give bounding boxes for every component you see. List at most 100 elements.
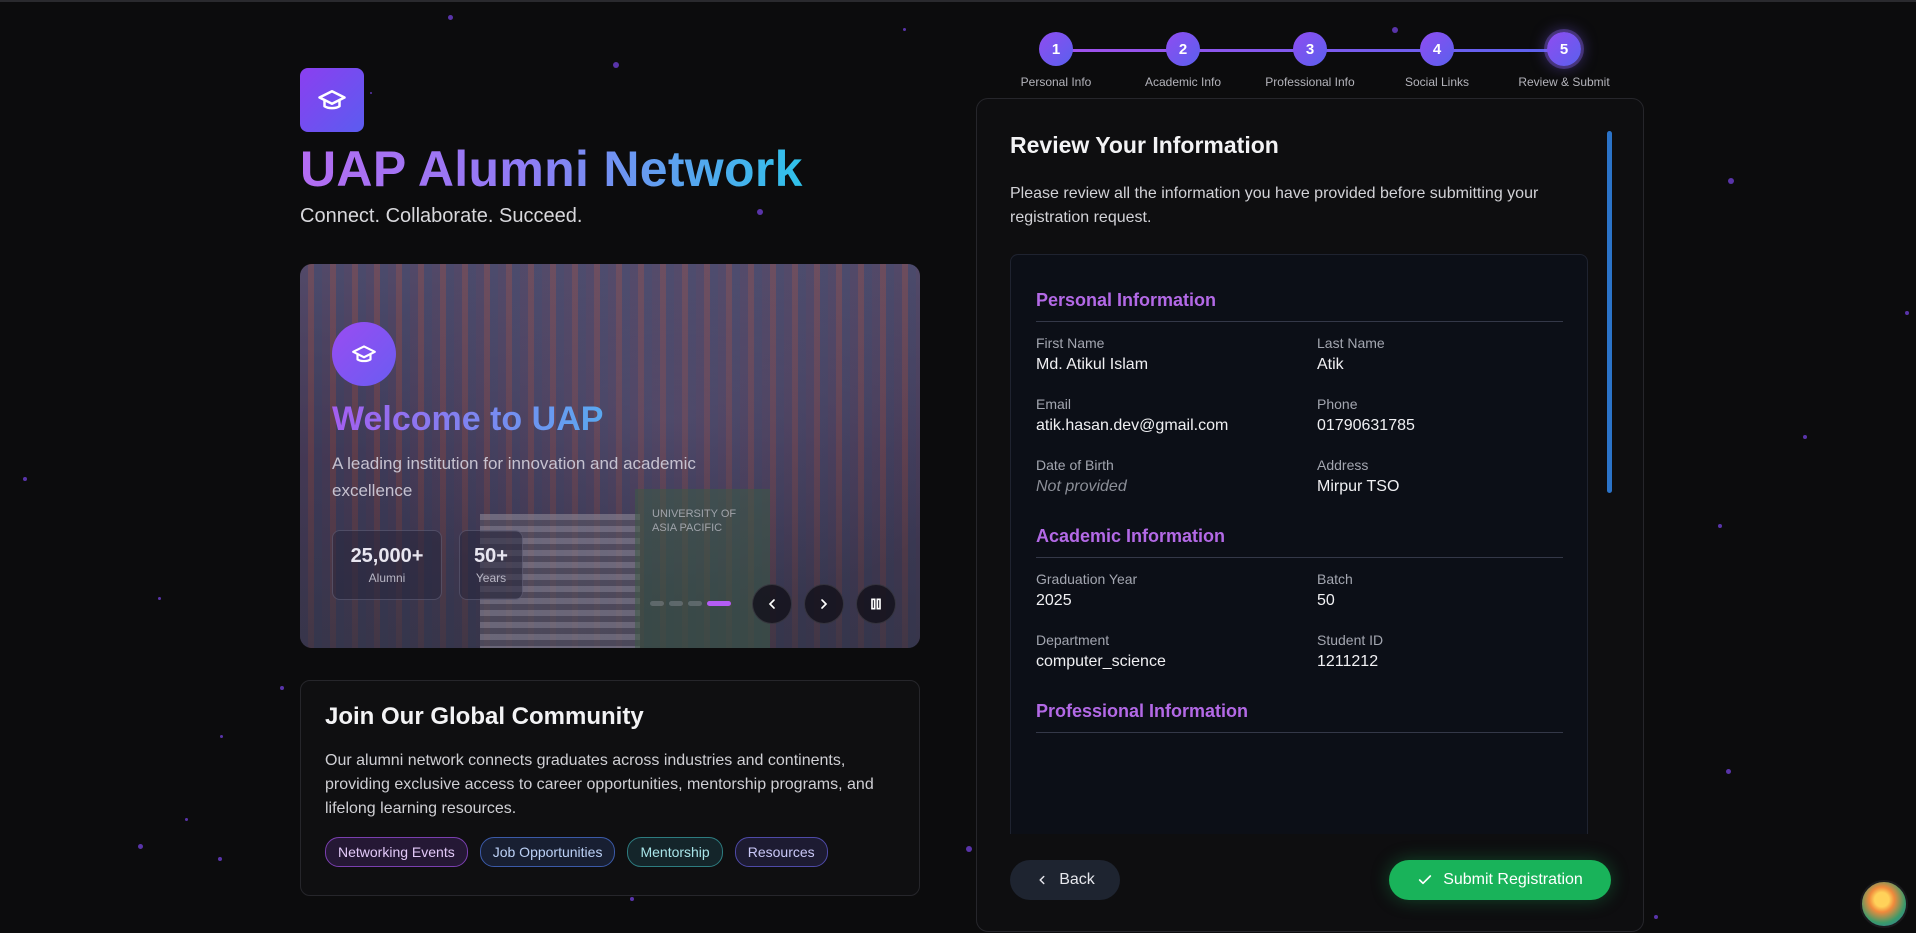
review-intro: Please review all the information you ha… [1010, 185, 1539, 226]
section-title-academic: Academic Information [1036, 526, 1563, 558]
field-label: Graduation Year [1036, 571, 1138, 587]
particle-dot [158, 597, 161, 600]
field-value: 1211212 [1317, 653, 1379, 670]
particle-dot [903, 28, 906, 31]
review-title: Review Your Information [1010, 132, 1279, 158]
field-department: Department computer_science [1036, 632, 1317, 671]
graduation-cap-icon [318, 90, 346, 110]
hero-badge [332, 322, 396, 386]
particle-dot [1726, 769, 1731, 774]
step-number: 1 [1039, 32, 1073, 66]
scrollbar-thumb[interactable] [1607, 131, 1612, 493]
stat-value: 25,000+ [350, 545, 424, 567]
field-first-name: First Name Md. Atikul Islam [1036, 335, 1317, 374]
particle-dot [1728, 178, 1734, 184]
particle-dot [138, 844, 143, 849]
field-value: computer_science [1036, 653, 1166, 670]
carousel-prev-button[interactable] [752, 584, 792, 624]
brand-tagline: Connect. Collaborate. Succeed. [300, 205, 583, 227]
step-social-links[interactable]: 4 Social Links [1377, 32, 1497, 89]
tag-networking-events: Networking Events [325, 837, 468, 867]
section-title-personal: Personal Information [1036, 290, 1563, 322]
step-number: 2 [1166, 32, 1200, 66]
particle-dot [370, 92, 372, 94]
stat-value: 50+ [474, 545, 508, 567]
stat-years: 50+ Years [459, 530, 523, 600]
pause-icon [871, 598, 881, 610]
graduation-cap-icon [352, 345, 376, 363]
tag-job-opportunities: Job Opportunities [479, 837, 616, 867]
community-tags: Networking Events Job Opportunities Ment… [325, 837, 895, 867]
back-label: Back [1059, 871, 1095, 888]
campus-sign: UNIVERSITY OF ASIA PACIFIC [652, 508, 737, 534]
field-value: Md. Atikul Islam [1036, 356, 1149, 373]
particle-dot [23, 477, 27, 481]
field-phone: Phone 01790631785 [1317, 396, 1577, 435]
carousel-dot[interactable] [669, 601, 683, 606]
carousel-next-button[interactable] [804, 584, 844, 624]
chevron-left-icon [768, 599, 775, 609]
carousel-pause-button[interactable] [856, 584, 896, 624]
step-label: Professional Info [1265, 75, 1355, 89]
stat-label: Alumni [368, 571, 406, 585]
submit-registration-button[interactable]: Submit Registration [1389, 860, 1611, 900]
top-border [0, 0, 1916, 2]
particle-dot [220, 735, 223, 738]
chevron-right-icon [821, 599, 828, 609]
step-review-submit[interactable]: 5 Review & Submit [1504, 32, 1624, 89]
step-label: Academic Info [1144, 75, 1222, 89]
avatar[interactable] [1860, 880, 1908, 928]
particle-dot [218, 857, 222, 861]
particle-dot [630, 897, 634, 901]
back-button[interactable]: Back [1010, 860, 1120, 900]
personal-fields: First Name Md. Atikul Islam Last Name At… [1036, 335, 1563, 496]
field-label: Address [1317, 457, 1369, 473]
carousel-dot[interactable] [650, 601, 664, 606]
particle-dot [613, 62, 619, 68]
hero-title: Welcome to UAP [332, 400, 604, 438]
particle-dot [1905, 311, 1909, 315]
brand-logo [300, 68, 364, 132]
field-batch: Batch 50 [1317, 571, 1577, 610]
step-professional-info[interactable]: 3 Professional Info [1250, 32, 1370, 89]
stat-alumni: 25,000+ Alumni [332, 530, 442, 600]
field-value: 2025 [1036, 592, 1072, 609]
step-academic-info[interactable]: 2 Academic Info [1123, 32, 1243, 89]
particle-dot [1803, 435, 1807, 439]
stat-label: Years [475, 571, 507, 585]
particle-dot [280, 686, 284, 690]
field-date-of-birth: Date of Birth Not provided [1036, 457, 1317, 496]
review-scroll-area[interactable]: Review Your Information Please review al… [1010, 99, 1588, 834]
step-label: Personal Info [1020, 75, 1092, 89]
step-number-current: 5 [1547, 32, 1581, 66]
tag-resources: Resources [734, 837, 828, 867]
particle-dot [966, 846, 972, 852]
check-icon [1419, 875, 1432, 885]
field-value: Atik [1317, 356, 1344, 373]
community-card: Join Our Global Community Our alumni net… [300, 680, 920, 896]
carousel-dot[interactable] [688, 601, 702, 606]
field-value: atik.hasan.dev@gmail.com [1036, 417, 1229, 434]
field-graduation-year: Graduation Year 2025 [1036, 571, 1317, 610]
section-title-professional: Professional Information [1036, 701, 1563, 733]
field-label: Batch [1317, 571, 1353, 587]
tag-mentorship: Mentorship [627, 837, 723, 867]
field-label: First Name [1036, 335, 1105, 351]
step-number: 3 [1293, 32, 1327, 66]
particle-dot [757, 209, 763, 215]
brand-title: UAP Alumni Network [300, 141, 803, 197]
particle-dot [1654, 915, 1658, 919]
step-personal-info[interactable]: 1 Personal Info [996, 32, 1116, 89]
field-value: 01790631785 [1317, 417, 1415, 434]
field-label: Department [1036, 632, 1110, 648]
field-label: Phone [1317, 396, 1358, 412]
registration-stepper: 1 Personal Info 2 Academic Info 3 Profes… [1000, 32, 1620, 92]
review-summary: Personal Information First Name Md. Atik… [1010, 254, 1588, 834]
step-label: Social Links [1404, 75, 1470, 89]
carousel-dot-active[interactable] [707, 601, 731, 606]
field-value: 50 [1317, 592, 1335, 609]
academic-fields: Graduation Year 2025 Batch 50 Department… [1036, 571, 1563, 671]
field-label: Email [1036, 396, 1072, 412]
field-label: Date of Birth [1036, 457, 1114, 473]
particle-dot [448, 15, 453, 20]
